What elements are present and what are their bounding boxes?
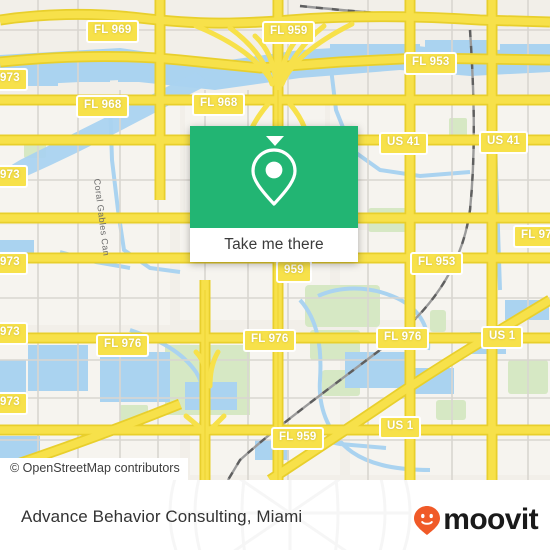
road-shield: 973 bbox=[0, 252, 28, 275]
moovit-brand[interactable]: moovit bbox=[412, 503, 539, 536]
road-shield: US 41 bbox=[379, 132, 428, 155]
moovit-smiley-pin-icon bbox=[414, 506, 441, 535]
road-shield: FL 969 bbox=[86, 20, 140, 43]
road-shield: FL 968 bbox=[76, 95, 130, 118]
place-title: Advance Behavior Consulting, Miami bbox=[21, 507, 303, 526]
road-shield: 973 bbox=[0, 68, 28, 91]
road-shield: FL 968 bbox=[192, 93, 246, 116]
popup-card-pointer bbox=[266, 136, 284, 146]
road-shield: FL 953 bbox=[404, 52, 458, 75]
road-shield: 973 bbox=[0, 165, 28, 188]
road-shield: 959 bbox=[276, 260, 312, 283]
road-shield: FL 976 bbox=[96, 334, 150, 357]
road-shield: FL 953 bbox=[410, 252, 464, 275]
road-shield: US 1 bbox=[481, 326, 524, 349]
map-attribution[interactable]: © OpenStreetMap contributors bbox=[0, 458, 188, 480]
road-shield: 973 bbox=[0, 392, 28, 415]
road-shield: US 1 bbox=[379, 416, 422, 439]
place-popup-card[interactable]: Take me there bbox=[190, 126, 358, 262]
moovit-wordmark: moovit bbox=[443, 503, 538, 536]
road-shield: FL 976 bbox=[376, 327, 430, 350]
road-shield: FL 959 bbox=[271, 427, 325, 450]
map-pin-icon bbox=[251, 148, 297, 206]
popup-card-action[interactable]: Take me there bbox=[190, 228, 358, 262]
screenshot-root: Coral Gables Can FL 969 FL 959 FL 953 973 FL… bbox=[0, 0, 550, 550]
road-shield: FL 976 bbox=[243, 329, 297, 352]
road-shield: 973 bbox=[0, 322, 28, 345]
take-me-there-label: Take me there bbox=[224, 236, 324, 253]
road-shield: FL 972 bbox=[513, 225, 550, 248]
road-shield: US 41 bbox=[479, 131, 528, 154]
road-shield: FL 959 bbox=[262, 21, 316, 44]
